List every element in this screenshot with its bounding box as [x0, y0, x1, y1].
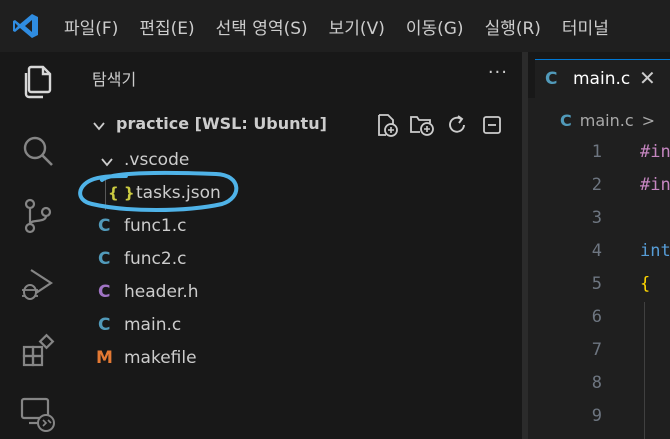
tree-file-func1-c[interactable]: C func1.c: [76, 211, 522, 244]
breadcrumb-separator: >: [641, 110, 656, 130]
explorer-panel: 탐색기 ··· practice [WSL: Ubuntu] .vscode {…: [76, 52, 522, 439]
line-number: 3: [591, 208, 602, 228]
chevron-down-icon: [101, 158, 113, 167]
title-bar: 파일(F) 편집(E) 선택 영역(S) 보기(V) 이동(G) 실행(R) 터…: [0, 0, 670, 52]
refresh-icon: [449, 115, 465, 133]
extensions-icon: [22, 333, 55, 367]
folder-actions: [374, 112, 505, 138]
tree-item-label: func2.c: [124, 249, 187, 269]
new-folder-button[interactable]: [409, 112, 435, 138]
menu-file[interactable]: 파일(F): [52, 14, 127, 39]
vscode-logo-icon: [13, 14, 38, 38]
c-file-icon: C: [560, 110, 572, 130]
code-line[interactable]: #in: [640, 142, 670, 162]
menu-edit[interactable]: 편집(E): [127, 14, 203, 39]
new-file-icon: [378, 114, 398, 137]
code-line[interactable]: {: [640, 274, 650, 294]
source-control-icon: [24, 198, 52, 234]
chevron-down-icon: [93, 122, 105, 131]
new-folder-icon: [410, 116, 434, 136]
close-icon[interactable]: ✕: [639, 66, 656, 90]
workspace-folder-name: practice [WSL: Ubuntu]: [116, 114, 327, 133]
c-file-icon: C: [98, 216, 111, 236]
line-number: 6: [591, 307, 602, 327]
tree-folder-vscode[interactable]: .vscode: [76, 145, 522, 178]
tree-file-main-c[interactable]: C main.c: [76, 310, 522, 343]
files-icon: [24, 65, 52, 99]
tree-file-makefile[interactable]: M makefile: [76, 343, 522, 376]
code-line[interactable]: int: [640, 241, 670, 261]
code-indent-guide: [644, 302, 645, 439]
more-actions-button[interactable]: ···: [488, 62, 508, 83]
line-number: 2: [591, 175, 602, 195]
breadcrumb-file[interactable]: main.c: [580, 111, 634, 130]
activity-remote-explorer[interactable]: [16, 392, 60, 436]
tree-item-label: makefile: [124, 348, 197, 368]
search-icon: [23, 136, 53, 166]
tab-label: main.c: [573, 69, 631, 89]
activity-bar: [0, 52, 76, 439]
collapse-all-button[interactable]: [479, 112, 505, 138]
run-debug-icon: [22, 269, 54, 300]
tree-item-label: main.c: [124, 315, 182, 335]
tree-item-label: header.h: [124, 282, 199, 302]
tree-file-func2-c[interactable]: C func2.c: [76, 244, 522, 277]
activity-search[interactable]: [16, 129, 60, 173]
json-file-icon: { }: [108, 184, 135, 202]
workspace-folder-header[interactable]: practice [WSL: Ubuntu]: [76, 110, 522, 140]
line-number: 4: [591, 241, 602, 261]
c-file-icon: C: [98, 249, 111, 269]
activity-run-debug[interactable]: [16, 262, 60, 306]
tree-file-tasks-json[interactable]: { } tasks.json: [76, 178, 522, 211]
menu-run[interactable]: 실행(R): [473, 14, 550, 39]
h-file-icon: C: [98, 282, 111, 302]
tree-item-label: func1.c: [124, 216, 187, 236]
activity-explorer[interactable]: [16, 60, 60, 104]
menu-view[interactable]: 보기(V): [317, 14, 394, 39]
line-number: 9: [591, 406, 602, 426]
collapse-all-icon: [483, 116, 501, 134]
remote-explorer-icon: [20, 397, 55, 432]
menu-go[interactable]: 이동(G): [394, 14, 473, 39]
tree-item-label: .vscode: [124, 150, 190, 170]
editor-area: C main.c ✕ C main.c > 1 2 3 4 5 6 7 8 9 …: [528, 52, 670, 439]
line-number: 5: [591, 274, 602, 294]
refresh-button[interactable]: [444, 112, 470, 138]
c-file-icon: C: [98, 315, 111, 335]
line-number: 7: [591, 340, 602, 360]
tab-main-c[interactable]: C main.c ✕: [535, 59, 670, 98]
explorer-title: 탐색기: [92, 70, 137, 89]
tree-item-label: tasks.json: [136, 183, 221, 203]
editor-tab-bar: C main.c ✕: [528, 52, 670, 98]
breadcrumb: C main.c >: [560, 108, 655, 132]
activity-extensions[interactable]: [16, 328, 60, 372]
activity-source-control[interactable]: [16, 194, 60, 238]
code-line[interactable]: #in: [640, 175, 670, 195]
tree-file-header-h[interactable]: C header.h: [76, 277, 522, 310]
c-file-icon: C: [545, 69, 558, 89]
menu-terminal[interactable]: 터미널: [550, 14, 618, 39]
line-number: 1: [591, 142, 602, 162]
makefile-icon: M: [96, 348, 113, 368]
new-file-button[interactable]: [374, 112, 400, 138]
menu-selection[interactable]: 선택 영역(S): [204, 14, 317, 39]
menu-bar: 파일(F) 편집(E) 선택 영역(S) 보기(V) 이동(G) 실행(R) 터…: [52, 0, 618, 52]
line-number: 8: [591, 373, 602, 393]
